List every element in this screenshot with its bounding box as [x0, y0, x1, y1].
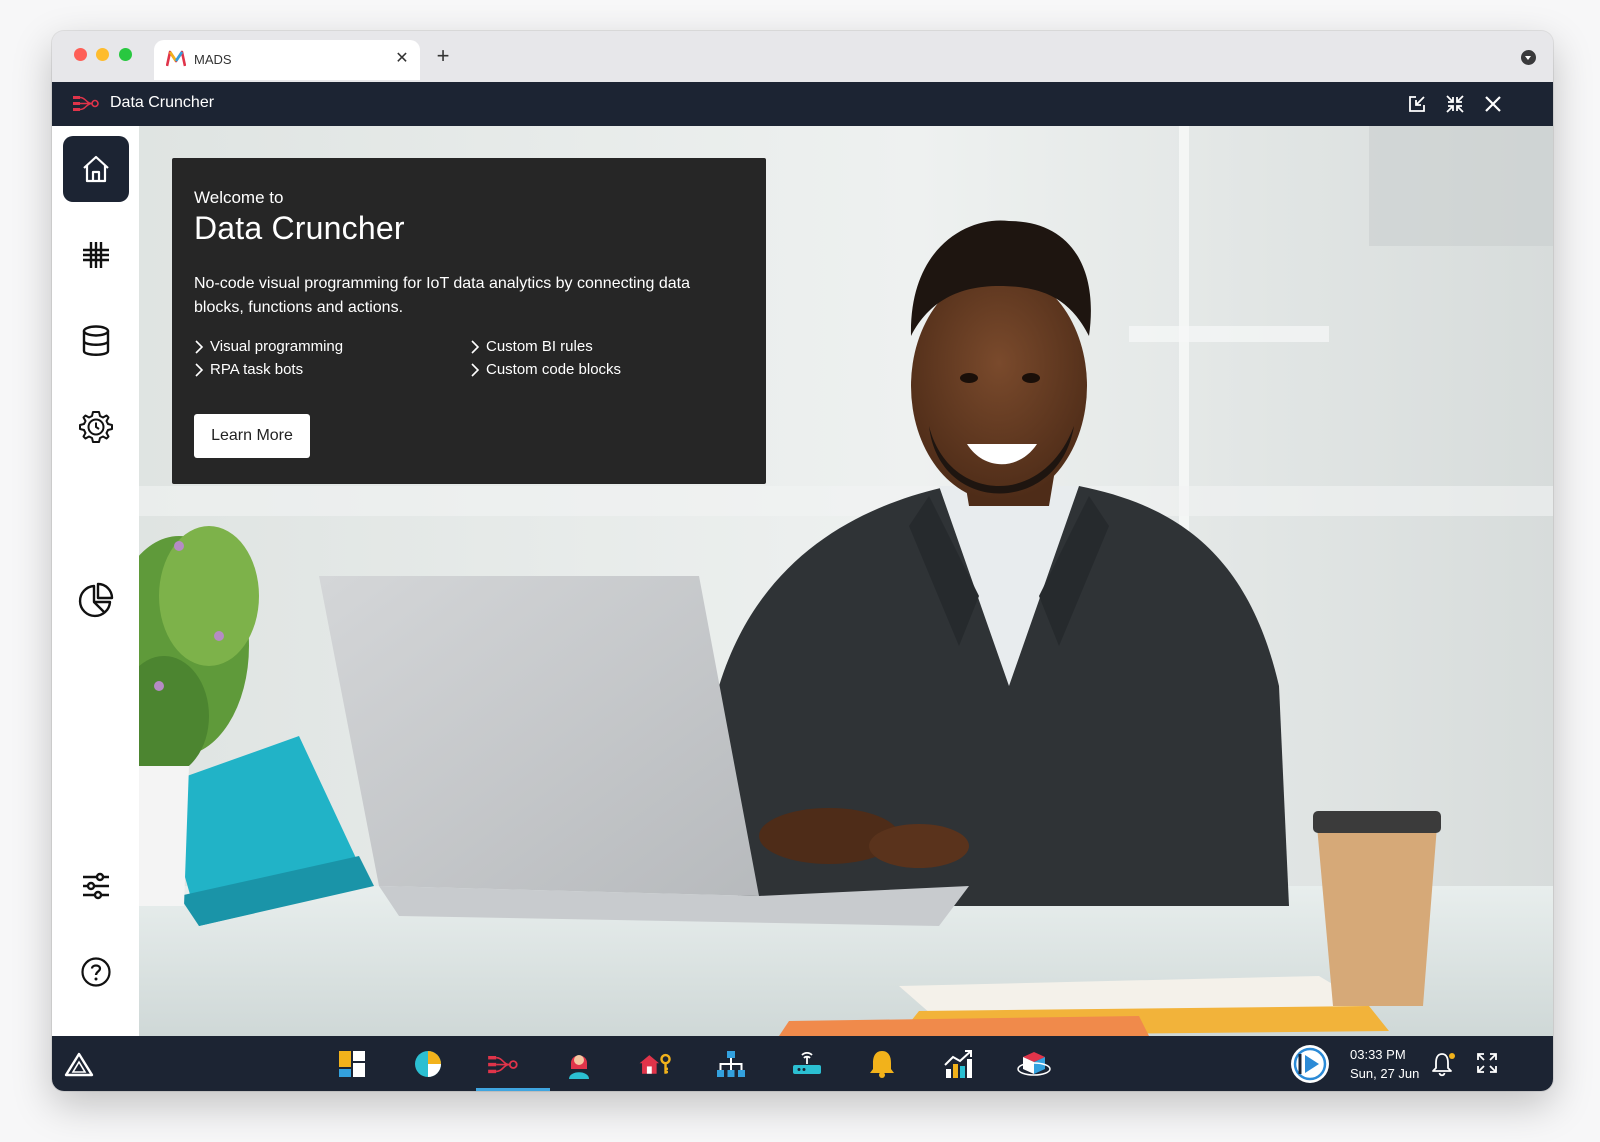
- window-close-button[interactable]: [74, 48, 87, 61]
- popout-icon[interactable]: [1405, 92, 1429, 116]
- welcome-description: No-code visual programming for IoT data …: [194, 275, 690, 316]
- home-key-icon[interactable]: [638, 1047, 672, 1081]
- bell-icon[interactable]: [865, 1047, 899, 1081]
- data-cruncher-logo-icon: [73, 96, 99, 111]
- hierarchy-icon[interactable]: [714, 1047, 748, 1081]
- chevron-right-icon: [195, 339, 204, 354]
- pie-chart-icon[interactable]: [411, 1047, 445, 1081]
- feature-item: Custom code blocks: [470, 361, 621, 378]
- sidebar-item-settings[interactable]: [63, 853, 129, 919]
- person-icon[interactable]: [562, 1047, 596, 1081]
- feature-label: RPA task bots: [210, 361, 304, 378]
- feature-label: Custom BI rules: [486, 338, 593, 355]
- welcome-subtitle: Welcome to: [194, 188, 284, 207]
- hashtag-icon: [83, 242, 109, 268]
- cube-icon[interactable]: [1017, 1047, 1051, 1081]
- media-player-logo-icon[interactable]: [1290, 1044, 1330, 1084]
- learn-more-button[interactable]: Learn More: [194, 414, 310, 458]
- sliders-icon: [83, 872, 109, 900]
- sidebar-item-home[interactable]: [63, 136, 129, 202]
- growth-chart-icon[interactable]: [941, 1047, 975, 1081]
- plus-icon[interactable]: +: [432, 45, 454, 68]
- fullscreen-icon[interactable]: [1476, 1052, 1498, 1074]
- close-icon[interactable]: ✕: [392, 49, 412, 69]
- tiles-icon[interactable]: [335, 1047, 369, 1081]
- mads-logo-icon: [166, 50, 186, 67]
- router-icon[interactable]: [790, 1047, 824, 1081]
- app-title: Data Cruncher: [110, 94, 215, 111]
- sidebar: [52, 126, 139, 1036]
- browser-tab-bar: MADS ✕ +: [52, 31, 1553, 80]
- sidebar-item-analytics[interactable]: [63, 567, 129, 633]
- main-content: Welcome to Data Cruncher No-code visual …: [139, 126, 1553, 1036]
- browser-tab[interactable]: MADS ✕: [154, 40, 420, 80]
- feature-item: Custom BI rules: [470, 338, 593, 355]
- clock: 03:33 PM Sun, 27 Jun: [1350, 1045, 1419, 1083]
- chevron-right-icon: [195, 362, 204, 377]
- welcome-card: Welcome to Data Cruncher No-code visual …: [172, 158, 766, 484]
- home-icon: [83, 155, 109, 183]
- clock-time: 03:33 PM: [1350, 1047, 1406, 1062]
- sidebar-item-grid[interactable]: [63, 222, 129, 288]
- welcome-title: Data Cruncher: [194, 210, 405, 246]
- feature-item: Visual programming: [194, 338, 343, 355]
- chevron-right-icon: [471, 362, 480, 377]
- data-cruncher-icon[interactable]: [486, 1047, 520, 1081]
- window-zoom-button[interactable]: [119, 48, 132, 61]
- sidebar-item-database[interactable]: [63, 308, 129, 374]
- gear-clock-icon: [79, 411, 113, 443]
- chevron-right-icon: [471, 339, 480, 354]
- window-minimize-button[interactable]: [96, 48, 109, 61]
- help-icon: [81, 957, 111, 987]
- feature-label: Visual programming: [210, 338, 344, 355]
- feature-item: RPA task bots: [194, 361, 303, 378]
- notification-bell-icon[interactable]: [1431, 1051, 1457, 1077]
- sidebar-item-help[interactable]: [63, 939, 129, 1005]
- sidebar-item-scheduler[interactable]: [63, 394, 129, 460]
- collapse-icon[interactable]: [1443, 92, 1467, 116]
- database-icon: [82, 325, 110, 356]
- close-icon[interactable]: [1481, 92, 1505, 116]
- feature-label: Custom code blocks: [486, 361, 622, 378]
- pie-chart-icon: [78, 582, 114, 618]
- chevron-down-icon[interactable]: [1521, 50, 1536, 65]
- browser-tab-title: MADS: [194, 52, 232, 67]
- app-header: Data Cruncher: [52, 82, 1553, 126]
- triangle-launcher-icon[interactable]: [64, 1051, 94, 1077]
- browser-window: MADS ✕ + Data Cruncher Welcome to Data C…: [52, 31, 1553, 1091]
- active-app-indicator: [476, 1088, 550, 1091]
- clock-date: Sun, 27 Jun: [1350, 1066, 1420, 1081]
- taskbar: 03:33 PM Sun, 27 Jun: [52, 1036, 1553, 1091]
